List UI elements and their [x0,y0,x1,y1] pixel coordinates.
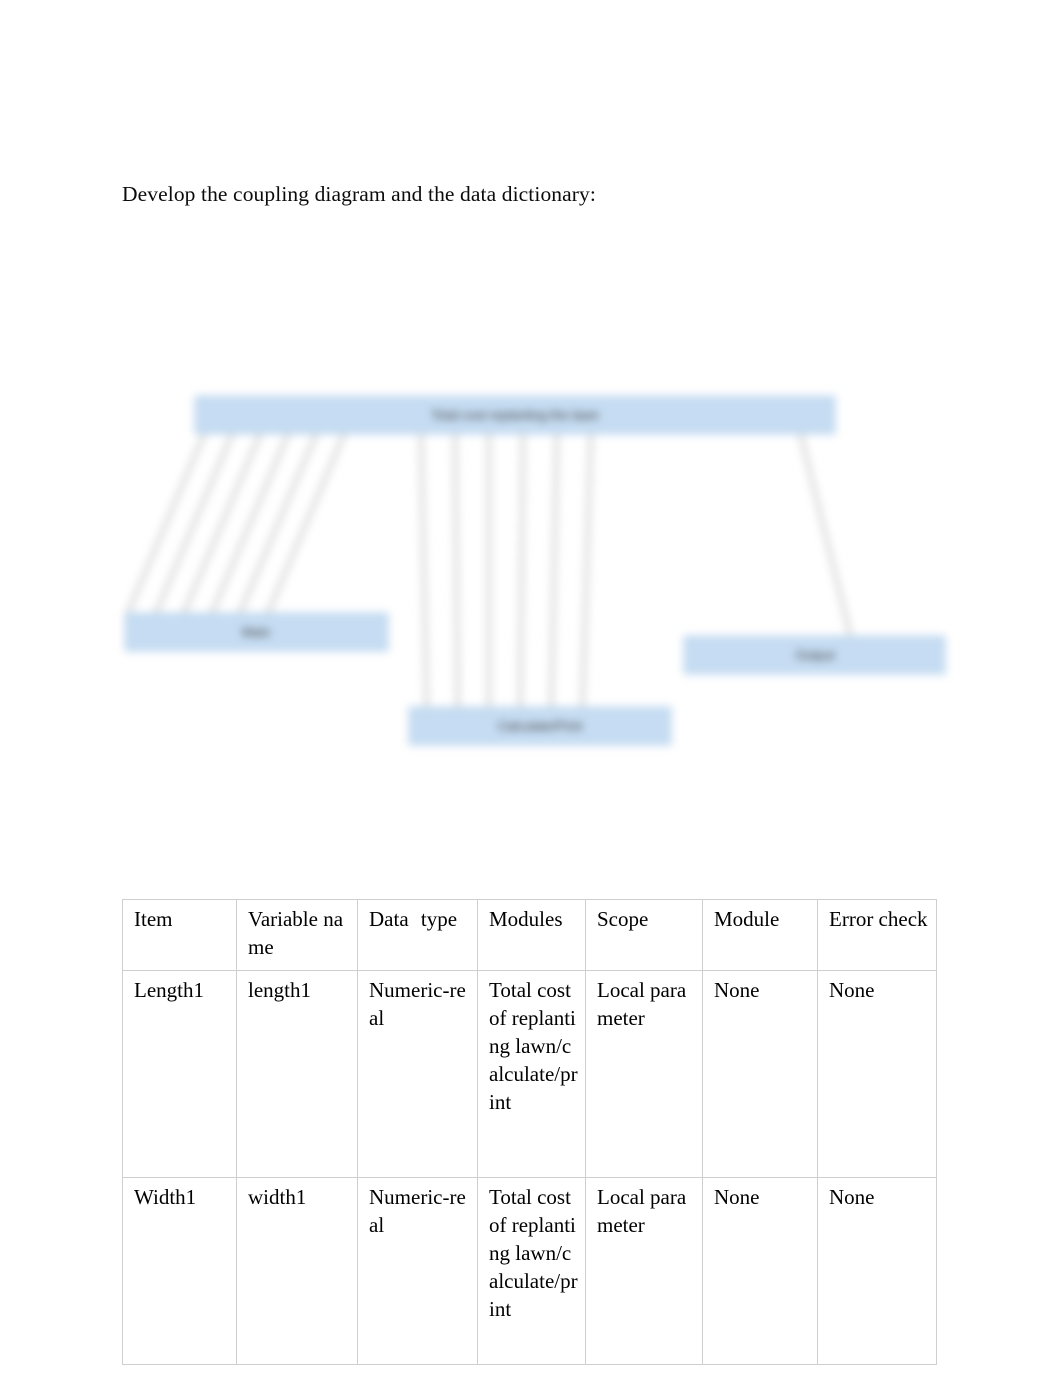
cell-variable-name: width1 [236,1177,358,1365]
cell-modules: Total cost of replanting lawn/calculate/… [477,1177,586,1365]
diagram-box-calculate-print-label: Calculate/Print [498,718,583,733]
column-header-modules: Modules [477,899,586,971]
cell-variable-name: length1 [236,970,358,1178]
diagram-box-top: Total cost replanting the lawn [194,395,836,435]
column-header-data-type: Data type [357,899,478,971]
column-header-scope: Scope [585,899,703,971]
connector-group-top-to-calculate-print [418,429,594,723]
cell-data-type: Numeric-real [357,970,478,1178]
table-row: Length1 length1 Numeric-real Total cost … [122,970,937,1178]
intro-paragraph: Develop the coupling diagram and the dat… [122,182,596,206]
table-header: Item Variable name Data type Modules Sco… [122,899,937,971]
cell-error-check: None [817,970,937,1178]
table-body: Length1 length1 Numeric-real Total cost … [122,970,937,1365]
cell-modules: Total cost of replanting lawn/calculate/… [477,970,586,1178]
data-dictionary-table: Item Variable name Data type Modules Sco… [122,899,937,1365]
cell-error-check: None [817,1177,937,1365]
cell-item: Length1 [122,970,237,1178]
diagram-box-output-label: Output [795,647,834,662]
diagram-box-main-label: Main [242,624,270,639]
table-row: Width1 width1 Numeric-real Total cost of… [122,1177,937,1365]
cell-data-type: Numeric-real [357,1177,478,1365]
cell-module: None [702,970,818,1178]
cell-scope: Local parameter [585,970,703,1178]
column-header-error-check: Error check [817,899,937,971]
column-header-module: Module [702,899,818,971]
connector-group-top-to-main [125,429,348,616]
diagram-box-calculate-print: Calculate/Print [408,706,672,746]
diagram-box-output: Output [683,635,946,675]
column-header-item: Item [122,899,237,971]
cell-scope: Local parameter [585,1177,703,1365]
connector-group-top-to-output [797,429,854,641]
table-header-row: Item Variable name Data type Modules Sco… [122,899,937,971]
cell-item: Width1 [122,1177,237,1365]
diagram-box-main: Main [124,612,389,652]
cell-module: None [702,1177,818,1365]
coupling-diagram-canvas: Total cost replanting the lawn Main Calc… [124,395,946,746]
diagram-box-top-label: Total cost replanting the lawn [431,407,599,422]
coupling-diagram: Total cost replanting the lawn Main Calc… [110,370,960,770]
column-header-variable-name: Variable name [236,899,358,971]
document-page: Develop the coupling diagram and the dat… [0,0,1062,1377]
